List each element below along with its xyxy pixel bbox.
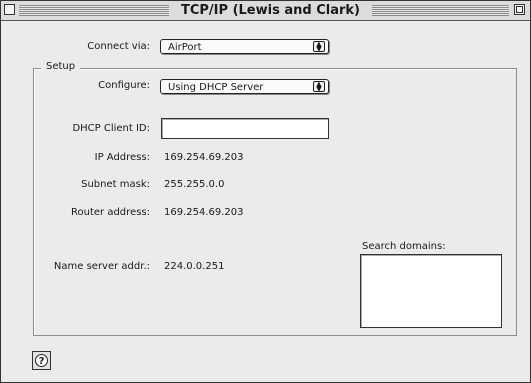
subnet-mask-label: Subnet mask: [81,179,150,190]
subnet-mask-value: 255.255.0.0 [164,179,225,190]
help-button[interactable]: ? [32,351,51,370]
connect-via-label: Connect via: [87,41,150,52]
popup-arrows-icon: ▲ ▼ [313,41,325,53]
dhcp-client-id-label: DHCP Client ID: [72,123,150,134]
title-bar[interactable]: TCP/IP (Lewis and Clark) [1,1,530,21]
tcpip-window: TCP/IP (Lewis and Clark) Connect via: Ai… [0,0,531,383]
router-address-label: Router address: [71,207,150,218]
ip-address-value: 169.254.69.203 [164,152,244,163]
name-server-value: 224.0.0.251 [164,261,225,272]
configure-value: Using DHCP Server [168,82,264,93]
zoom-box-icon[interactable] [514,4,525,15]
title-stripes-right [372,5,509,16]
dhcp-client-id-field[interactable] [161,118,329,139]
close-box-icon[interactable] [4,4,15,15]
search-domains-label: Search domains: [362,241,446,252]
popup-arrows-icon: ▲ ▼ [313,81,325,93]
connect-via-popup[interactable]: AirPort ▲ ▼ [160,39,329,54]
dhcp-client-id-value [162,126,165,137]
name-server-label: Name server addr.: [53,261,150,272]
ip-address-label: IP Address: [94,152,150,163]
setup-group-label: Setup [41,60,81,74]
connect-via-value: AirPort [168,42,202,53]
help-icon: ? [35,354,48,367]
configure-popup[interactable]: Using DHCP Server ▲ ▼ [160,79,329,94]
configure-label: Configure: [98,80,150,91]
router-address-value: 169.254.69.203 [164,207,244,218]
title-stripes-left [19,5,169,16]
search-domains-field[interactable] [360,254,502,328]
window-title: TCP/IP (Lewis and Clark) [169,2,372,19]
